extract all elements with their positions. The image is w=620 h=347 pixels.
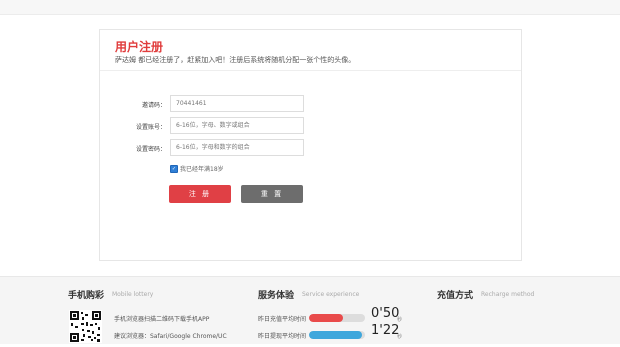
recharge-method-subtitle: Recharge method [481, 291, 535, 298]
qr-code-icon [69, 310, 102, 343]
invite-code-input[interactable] [170, 95, 304, 112]
withdraw-time-label: 昨日提现平均时间 [258, 333, 307, 340]
withdraw-time-value: 1'22 [371, 323, 400, 338]
service-title: 服务体验 [258, 291, 295, 301]
recharge-time-label: 昨日充值平均时间 [258, 316, 307, 323]
invite-code-label: 邀请码： [141, 102, 166, 109]
withdraw-time-unit: 秒 [397, 334, 403, 340]
reset-button[interactable]: 重 置 [241, 185, 303, 203]
register-panel: 用户注册 萨达姆 都已经注册了，赶紧加入吧！注册后系统将随机分配一张个性的头像。… [99, 29, 522, 261]
recharge-method-title: 充值方式 [437, 291, 474, 301]
account-input[interactable] [170, 117, 304, 134]
mobile-title: 手机购彩 [68, 291, 105, 301]
age-checkbox-label: 我已经年满18岁 [180, 166, 224, 173]
page-subtitle: 萨达姆 都已经注册了，赶紧加入吧！注册后系统将随机分配一张个性的头像。 [115, 56, 356, 64]
withdraw-time-bar [309, 331, 365, 339]
recharge-time-unit: 秒 [397, 317, 403, 323]
password-input[interactable] [170, 139, 304, 156]
password-label: 设置密码： [135, 146, 166, 153]
recharge-time-bar-fill [309, 314, 343, 322]
age-checkbox[interactable]: ✓ [170, 165, 178, 173]
mobile-subtitle: Mobile lottery [112, 291, 154, 298]
mobile-download-text: 手机浏览器扫描二维码下载手机APP [114, 316, 210, 323]
recharge-time-bar [309, 314, 365, 322]
withdraw-time-bar-fill [309, 331, 363, 339]
account-label: 设置账号： [135, 124, 166, 131]
page-title: 用户注册 [115, 40, 164, 54]
recharge-time-value: 0'50 [371, 306, 400, 321]
browser-suggestion-text: 建议浏览器：Safari/Google Chrome/UC [114, 333, 227, 340]
service-subtitle: Service experience [302, 291, 360, 298]
footer: 手机购彩 Mobile lottery 手机浏览器扫描二维码下载手机APP 建议… [0, 276, 620, 344]
top-bar [0, 0, 620, 15]
divider [100, 70, 521, 71]
register-button[interactable]: 注 册 [169, 185, 231, 203]
